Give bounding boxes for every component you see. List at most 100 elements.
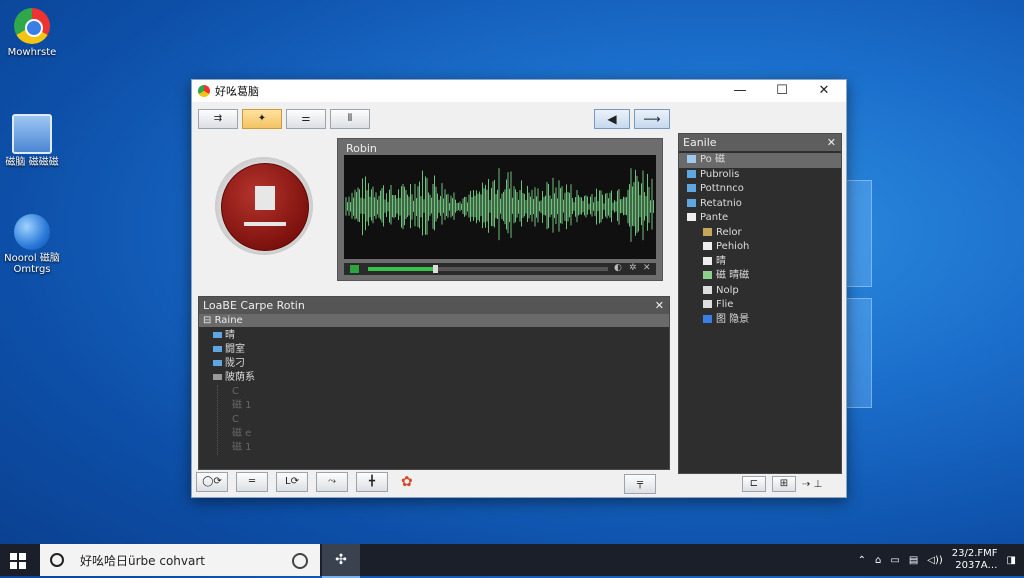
equalizer-button[interactable]: ═ [236, 472, 268, 492]
tree-item[interactable]: 陇刁 [213, 357, 669, 371]
tree-root-label: Raine [214, 315, 243, 326]
tree-item[interactable]: C [232, 413, 669, 427]
window-title: 好吆葛脑 [215, 85, 259, 98]
panel-close-icon[interactable]: ✕ [827, 134, 836, 151]
file-icon [687, 184, 696, 192]
tree-root[interactable]: ⊟ Raine [199, 314, 669, 327]
chevron-up-icon[interactable]: ⌃ [858, 555, 866, 566]
clock-time: 23/2.FMF [951, 548, 998, 559]
grid-button[interactable]: ⊞ [772, 476, 796, 492]
desktop-icon-network[interactable]: Noorol 磁脑 Omtrgs [2, 214, 62, 275]
seek-progress [368, 267, 433, 271]
desktop-icon-label: Noorol 磁脑 Omtrgs [4, 253, 60, 275]
library-item[interactable]: Pante [679, 211, 841, 226]
toolbar-button-1[interactable]: ⇉ [198, 109, 238, 129]
notification-icon[interactable]: ◨ [1007, 555, 1016, 566]
close-icon[interactable]: ✕ [643, 263, 651, 273]
folder-icon [213, 332, 222, 338]
tree-item[interactable]: 闘室 [213, 343, 669, 357]
library-item-label: Retatnio [700, 197, 742, 209]
taskbar-app-button[interactable]: ✣ [322, 544, 360, 578]
waveform-panel: Robin ◐ ✲ ✕ [337, 138, 663, 281]
library-item[interactable]: Pottnnco [679, 182, 841, 197]
repeat-button[interactable]: L⟳ [276, 472, 308, 492]
marker-button[interactable]: ╋ [356, 472, 388, 492]
library-item[interactable]: Retatnio [679, 197, 841, 212]
tree-item[interactable]: 磁 e [232, 427, 669, 441]
library-item[interactable]: Po 磁 [679, 153, 841, 168]
color-palette-icon[interactable]: ✿ [401, 474, 413, 490]
library-item-label: 磁 晴磁 [716, 270, 750, 281]
library-item[interactable]: Relor [679, 226, 841, 241]
search-icon [50, 553, 64, 567]
waveform-display[interactable] [344, 155, 656, 259]
file-icon [703, 271, 712, 279]
tree-item[interactable]: 磁 1 [232, 441, 669, 455]
seek-bar[interactable] [368, 265, 608, 273]
toolbar-button-4[interactable]: ⫴ [330, 109, 370, 129]
main-toolbar: ⇉ ✦ ⚌ ⫴ [198, 109, 370, 129]
library-item[interactable]: 晴 [679, 255, 841, 270]
app-icon: ✣ [335, 552, 347, 568]
tree-root-icon: ⊟ [203, 315, 215, 326]
dock-button[interactable]: ⊏ [742, 476, 766, 492]
maximize-button[interactable]: ☐ [762, 80, 802, 102]
clock[interactable]: 23/2.FMF 2037A… [952, 548, 998, 572]
file-tree-panel: LoaBE Carpe Rotin ✕ ⊟ Raine 晴 闘室 陇刁 陂荫系 … [198, 296, 670, 470]
seek-handle[interactable] [432, 265, 438, 273]
panel-title: Eanile [683, 136, 717, 149]
volume-icon[interactable]: ◐ [614, 263, 622, 273]
library-item-label: 图 隐景 [716, 313, 750, 325]
cortana-icon[interactable] [292, 553, 308, 569]
settings-icon[interactable]: ✲ [629, 263, 637, 273]
library-item[interactable]: Flie [679, 298, 841, 313]
play-icon[interactable] [350, 265, 359, 273]
library-panel: Eanile ✕ Po 磁 Pubrolis Pottnnco Retatnio Pan… [678, 133, 842, 474]
taskbar-search-box[interactable]: 好吆哈⽇ürbe cohvart [40, 544, 320, 576]
panel-header: LoaBE Carpe Rotin ✕ [199, 297, 669, 314]
desktop-icon-label: 磁脑 磁磁磁 [5, 157, 59, 168]
search-text: 好吆哈⽇ürbe cohvart [80, 553, 205, 568]
file-icon [703, 300, 712, 308]
library-item[interactable]: Pubrolis [679, 168, 841, 183]
folder-icon [213, 360, 222, 366]
title-bar[interactable]: 好吆葛脑 — ☐ ✕ [192, 80, 846, 102]
minimize-button[interactable]: — [720, 80, 760, 102]
library-item[interactable]: 磁 晴磁 [679, 269, 841, 284]
file-icon [687, 155, 696, 163]
message-icon[interactable]: ▤ [909, 555, 918, 566]
volume-icon[interactable]: ◁)) [927, 555, 943, 566]
toolbar-button-2[interactable]: ✦ [242, 109, 282, 129]
library-item-label: Flie [716, 299, 734, 310]
tree-item[interactable]: 陂荫系 [213, 371, 669, 385]
panel-header: Eanile ✕ [679, 134, 841, 151]
panel-close-icon[interactable]: ✕ [655, 297, 664, 314]
bottom-toolbar: ◯⟳ ═ L⟳ ⤳ ╋ [196, 472, 388, 492]
crossfade-button[interactable]: ⤳ [316, 472, 348, 492]
taskbar: 好吆哈⽇ürbe cohvart ✣ ⌃ ⌂ ▭ ▤ ◁)) 23/2.FMF … [0, 544, 1024, 578]
panel-tools: ⊏ ⊞ ⇢ ⊥ [742, 476, 822, 492]
library-item-label: Pubrolis [700, 168, 740, 180]
forward-button[interactable]: ⟶ [634, 109, 670, 129]
tree-item[interactable]: 晴 [213, 329, 669, 343]
file-icon [703, 285, 712, 294]
battery-icon[interactable]: ▭ [890, 555, 899, 566]
loop-button[interactable]: ◯⟳ [196, 472, 228, 492]
arrow-tools[interactable]: ⇢ ⊥ [802, 479, 822, 490]
windows-start-icon[interactable] [10, 553, 26, 569]
toolbar-button-3[interactable]: ⚌ [286, 109, 326, 129]
file-icon [687, 169, 696, 178]
library-item[interactable]: Pehioh [679, 240, 841, 255]
record-button[interactable] [215, 157, 313, 255]
back-button[interactable]: ◀ [594, 109, 630, 129]
tree-item[interactable]: C [232, 385, 669, 399]
chrome-icon [14, 8, 50, 44]
library-item[interactable]: 图 隐景 [679, 313, 841, 328]
desktop-icon-computer[interactable]: 磁脑 磁磁磁 [2, 114, 62, 168]
tree-item[interactable]: 磁 1 [232, 399, 669, 413]
pin-button[interactable]: ╤ [624, 474, 656, 494]
library-item[interactable]: Nolp [679, 284, 841, 299]
network-icon[interactable]: ⌂ [875, 555, 881, 566]
close-button[interactable]: ✕ [804, 80, 844, 102]
desktop-icon-browser[interactable]: Mowhrste [2, 8, 62, 58]
